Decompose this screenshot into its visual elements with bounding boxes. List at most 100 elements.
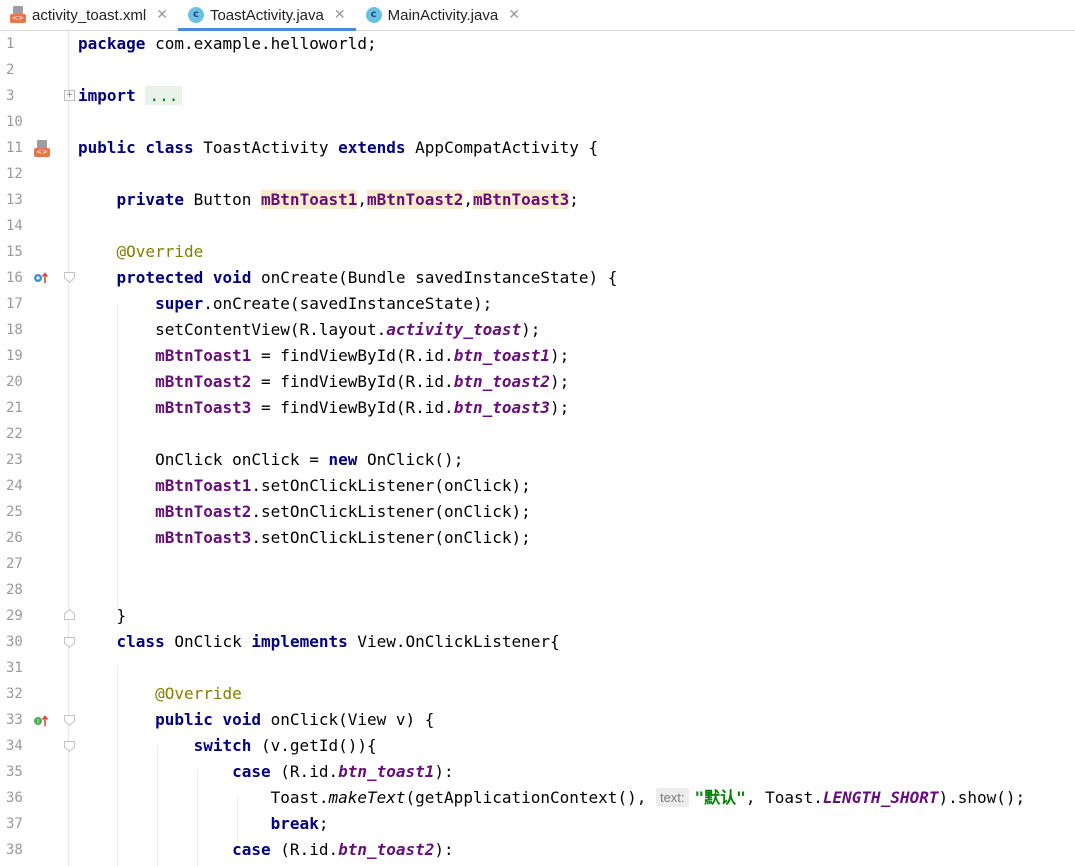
code-line[interactable]: 36 Toast.makeText(getApplicationContext(… [0, 785, 1075, 811]
line-number: 27 [6, 556, 23, 572]
implements-method-icon[interactable]: I [33, 715, 49, 727]
code-line[interactable]: 15 @Override [0, 239, 1075, 265]
code-line[interactable]: 30 class OnClick implements View.OnClick… [0, 629, 1075, 655]
close-icon[interactable]: ✕ [508, 7, 520, 23]
code-token: Button [183, 190, 262, 209]
code-text: private Button mBtnToast1,mBtnToast2,mBt… [78, 187, 579, 213]
code-token: mBtnToast3 [472, 190, 570, 209]
code-token: btn_toast1 [338, 762, 435, 781]
fold-icon[interactable] [64, 637, 75, 648]
code-token: Toast. [78, 788, 329, 807]
close-icon[interactable]: ✕ [334, 7, 346, 23]
line-number: 20 [6, 374, 23, 390]
code-line[interactable]: 31 [0, 655, 1075, 681]
code-token: mBtnToast2 [155, 372, 252, 391]
code-token: AppCompatActivity { [405, 138, 599, 157]
code-token: OnClick [164, 632, 252, 651]
code-token: ... [145, 86, 183, 105]
code-token: ): [434, 762, 454, 781]
code-text: case (R.id.btn_toast2): [78, 837, 454, 863]
code-token: mBtnToast2 [367, 190, 464, 209]
code-token: ); [521, 320, 541, 339]
code-token: .setOnClickListener(onClick); [251, 528, 531, 547]
line-number: 17 [6, 296, 23, 312]
code-line[interactable]: 14 [0, 213, 1075, 239]
code-editor[interactable]: 1 package com.example.helloworld; 2 3 import… [0, 31, 1075, 866]
code-token: ); [550, 346, 570, 365]
tab-label: MainActivity.java [387, 6, 499, 24]
code-token: } [78, 606, 127, 625]
code-token: = findViewById(R.id. [251, 372, 454, 391]
code-line[interactable]: 12 [0, 161, 1075, 187]
code-text: mBtnToast2.setOnClickListener(onClick); [78, 499, 531, 525]
code-line[interactable]: 37 break; [0, 811, 1075, 837]
code-line[interactable]: 27 [0, 551, 1075, 577]
code-line[interactable]: 25 mBtnToast2.setOnClickListener(onClick… [0, 499, 1075, 525]
related-xml-icon[interactable]: <> [34, 140, 50, 158]
xml-file-icon: <> [10, 6, 26, 24]
fold-expand-icon[interactable]: + [64, 90, 75, 101]
code-line[interactable]: 23 OnClick onClick = new OnClick(); [0, 447, 1075, 473]
fold-icon[interactable] [64, 715, 75, 726]
line-number: 15 [6, 244, 23, 260]
code-token: btn_toast2 [453, 372, 551, 391]
fold-icon[interactable] [64, 741, 75, 752]
code-text: @Override [78, 239, 204, 265]
code-line[interactable]: 2 [0, 57, 1075, 83]
code-line[interactable]: 1 package com.example.helloworld; [0, 31, 1075, 57]
fold-icon[interactable] [64, 609, 75, 620]
code-line[interactable]: 21 mBtnToast3 = findViewById(R.id.btn_to… [0, 395, 1075, 421]
code-line[interactable]: 17 super.onCreate(savedInstanceState); [0, 291, 1075, 317]
code-token: ); [550, 372, 570, 391]
code-line[interactable]: 24 mBtnToast1.setOnClickListener(onClick… [0, 473, 1075, 499]
tab-activity-toast-xml[interactable]: <> activity_toast.xml ✕ [0, 0, 178, 30]
line-number: 2 [6, 62, 15, 78]
code-line[interactable]: 38 case (R.id.btn_toast2): [0, 837, 1075, 863]
code-line[interactable]: 29 } [0, 603, 1075, 629]
code-line[interactable]: 3 import ... [0, 83, 1075, 109]
overrides-method-icon[interactable] [33, 272, 49, 284]
tab-main-activity-java[interactable]: c MainActivity.java ✕ [356, 0, 530, 30]
code-line[interactable]: 28 [0, 577, 1075, 603]
fold-icon[interactable] [64, 272, 75, 283]
code-line[interactable]: 32 @Override [0, 681, 1075, 707]
line-number: 10 [6, 114, 23, 130]
code-text: @Override [78, 681, 242, 707]
code-text: switch (v.getId()){ [78, 733, 377, 759]
svg-text:I: I [37, 719, 39, 726]
code-token: mBtnToast3 [155, 398, 252, 417]
code-token: import [78, 86, 136, 105]
code-line[interactable]: 22 [0, 421, 1075, 447]
line-number: 11 [6, 140, 23, 156]
code-line[interactable]: 35 case (R.id.btn_toast1): [0, 759, 1075, 785]
code-text: OnClick onClick = new OnClick(); [78, 447, 463, 473]
code-line[interactable]: 20 mBtnToast2 = findViewById(R.id.btn_to… [0, 369, 1075, 395]
line-number: 30 [6, 634, 23, 650]
code-token: class [116, 632, 165, 651]
code-token: btn_toast1 [453, 346, 551, 365]
code-line[interactable]: 18 setContentView(R.layout.activity_toas… [0, 317, 1075, 343]
code-text: mBtnToast2 = findViewById(R.id.btn_toast… [78, 369, 569, 395]
code-line[interactable]: 16 protected void onCreate(Bundle savedI… [0, 265, 1075, 291]
code-line[interactable]: 10 [0, 109, 1075, 135]
code-line[interactable]: 11 public class ToastActivity extends App… [0, 135, 1075, 161]
tab-label: activity_toast.xml [32, 6, 147, 24]
code-text: case (R.id.btn_toast1): [78, 759, 454, 785]
parameter-hint: text: [655, 788, 689, 807]
tab-toast-activity-java[interactable]: c ToastActivity.java ✕ [177, 0, 356, 31]
indent-guide [117, 303, 118, 607]
code-token: mBtnToast1 [155, 346, 252, 365]
code-line[interactable]: 26 mBtnToast3.setOnClickListener(onClick… [0, 525, 1075, 551]
code-token: .onCreate(savedInstanceState); [203, 294, 493, 313]
line-number: 16 [6, 270, 23, 286]
code-text: public class ToastActivity extends AppCo… [78, 135, 598, 161]
code-line[interactable]: 19 mBtnToast1 = findViewById(R.id.btn_to… [0, 343, 1075, 369]
close-icon[interactable]: ✕ [156, 7, 168, 23]
code-token: setContentView(R.layout. [78, 320, 387, 339]
line-number: 25 [6, 504, 23, 520]
code-line[interactable]: 34 switch (v.getId()){ [0, 733, 1075, 759]
code-line[interactable]: 33 public void onClick(View v) { [0, 707, 1075, 733]
line-number: 18 [6, 322, 23, 338]
code-line[interactable]: 13 private Button mBtnToast1,mBtnToast2,… [0, 187, 1075, 213]
